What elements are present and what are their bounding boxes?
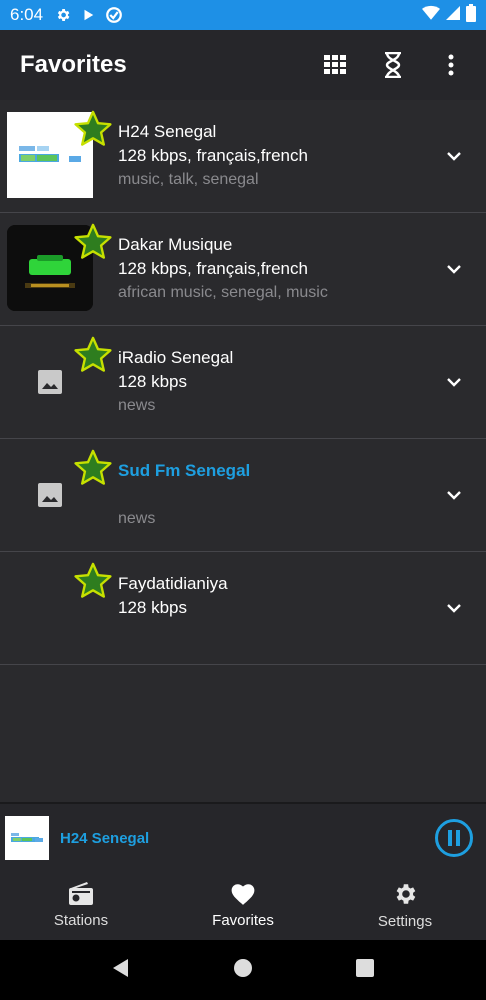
status-time: 6:04 (10, 5, 44, 24)
bottom-navigation: Stations Favorites Settings (0, 870, 486, 940)
expand-chevron-icon[interactable] (442, 370, 466, 394)
now-playing-bar[interactable]: H24 Senegal (0, 802, 486, 870)
signal-icon (446, 5, 460, 26)
expand-chevron-icon[interactable] (442, 596, 466, 620)
radio-icon (69, 881, 93, 905)
grid-view-button[interactable] (312, 42, 358, 88)
app-bar: Favorites (0, 30, 486, 100)
recents-icon[interactable] (355, 958, 375, 983)
sleep-timer-button[interactable] (370, 42, 416, 88)
station-name: iRadio Senegal (118, 348, 234, 367)
station-tags: news (118, 510, 156, 527)
system-navigation-bar (0, 940, 486, 1000)
hourglass-icon (385, 52, 401, 78)
expand-chevron-icon[interactable] (442, 257, 466, 281)
page-title: Favorites (20, 51, 127, 78)
play-icon (81, 8, 95, 22)
station-name: Dakar Musique (118, 235, 233, 254)
station-bitrate (118, 484, 250, 508)
favorites-list: H24 Senegal 128 kbps, français,french mu… (0, 100, 486, 665)
status-bar: 6:04 (0, 0, 486, 30)
wifi-icon (422, 5, 440, 26)
station-name: Sud Fm Senegal (118, 461, 251, 480)
pause-icon (435, 819, 473, 857)
pause-button[interactable] (434, 818, 474, 858)
heart-icon (231, 883, 255, 905)
favorite-star-icon[interactable] (74, 110, 112, 148)
home-icon[interactable] (233, 958, 253, 983)
image-placeholder-icon (38, 370, 62, 394)
station-tags: music, talk, senegal (118, 171, 259, 188)
station-row[interactable]: Sud Fm Senegal news (0, 439, 486, 552)
station-name: H24 Senegal (118, 122, 217, 141)
favorite-star-icon[interactable] (74, 449, 112, 487)
nav-favorites[interactable]: Favorites (162, 870, 324, 940)
gear-icon (55, 7, 71, 23)
overflow-menu-button[interactable] (428, 42, 474, 88)
expand-chevron-icon[interactable] (442, 144, 466, 168)
grid-icon (324, 55, 346, 74)
more-vert-icon (448, 54, 454, 76)
station-bitrate: 128 kbps (118, 372, 187, 391)
station-row[interactable]: iRadio Senegal 128 kbps news (0, 326, 486, 439)
back-icon[interactable] (111, 958, 131, 983)
nav-label: Settings (377, 912, 433, 930)
station-name: Faydatidianiya (118, 574, 228, 593)
station-bitrate: 128 kbps, français,french (118, 259, 308, 278)
gear-icon (396, 883, 416, 904)
station-row[interactable]: Dakar Musique 128 kbps, français,french … (0, 213, 486, 326)
station-row[interactable]: Faydatidianiya 128 kbps (0, 552, 486, 665)
favorite-star-icon[interactable] (74, 223, 112, 261)
station-row[interactable]: H24 Senegal 128 kbps, français,french mu… (0, 100, 486, 213)
now-playing-logo (5, 816, 49, 860)
expand-chevron-icon[interactable] (442, 483, 466, 507)
favorite-star-icon[interactable] (74, 336, 112, 374)
battery-icon (466, 3, 476, 27)
nav-label: Stations (53, 911, 109, 929)
favorite-star-icon[interactable] (74, 562, 112, 600)
station-tags: african music, senegal, music (118, 284, 328, 301)
now-playing-title: H24 Senegal (60, 830, 150, 847)
station-tags: news (118, 397, 156, 414)
nav-label: Favorites (212, 911, 274, 929)
station-bitrate: 128 kbps (118, 598, 187, 617)
app-logo-icon (105, 6, 123, 24)
station-bitrate: 128 kbps, français,french (118, 146, 308, 165)
nav-settings[interactable]: Settings (324, 870, 486, 940)
nav-stations[interactable]: Stations (0, 870, 162, 940)
image-placeholder-icon (38, 483, 62, 507)
